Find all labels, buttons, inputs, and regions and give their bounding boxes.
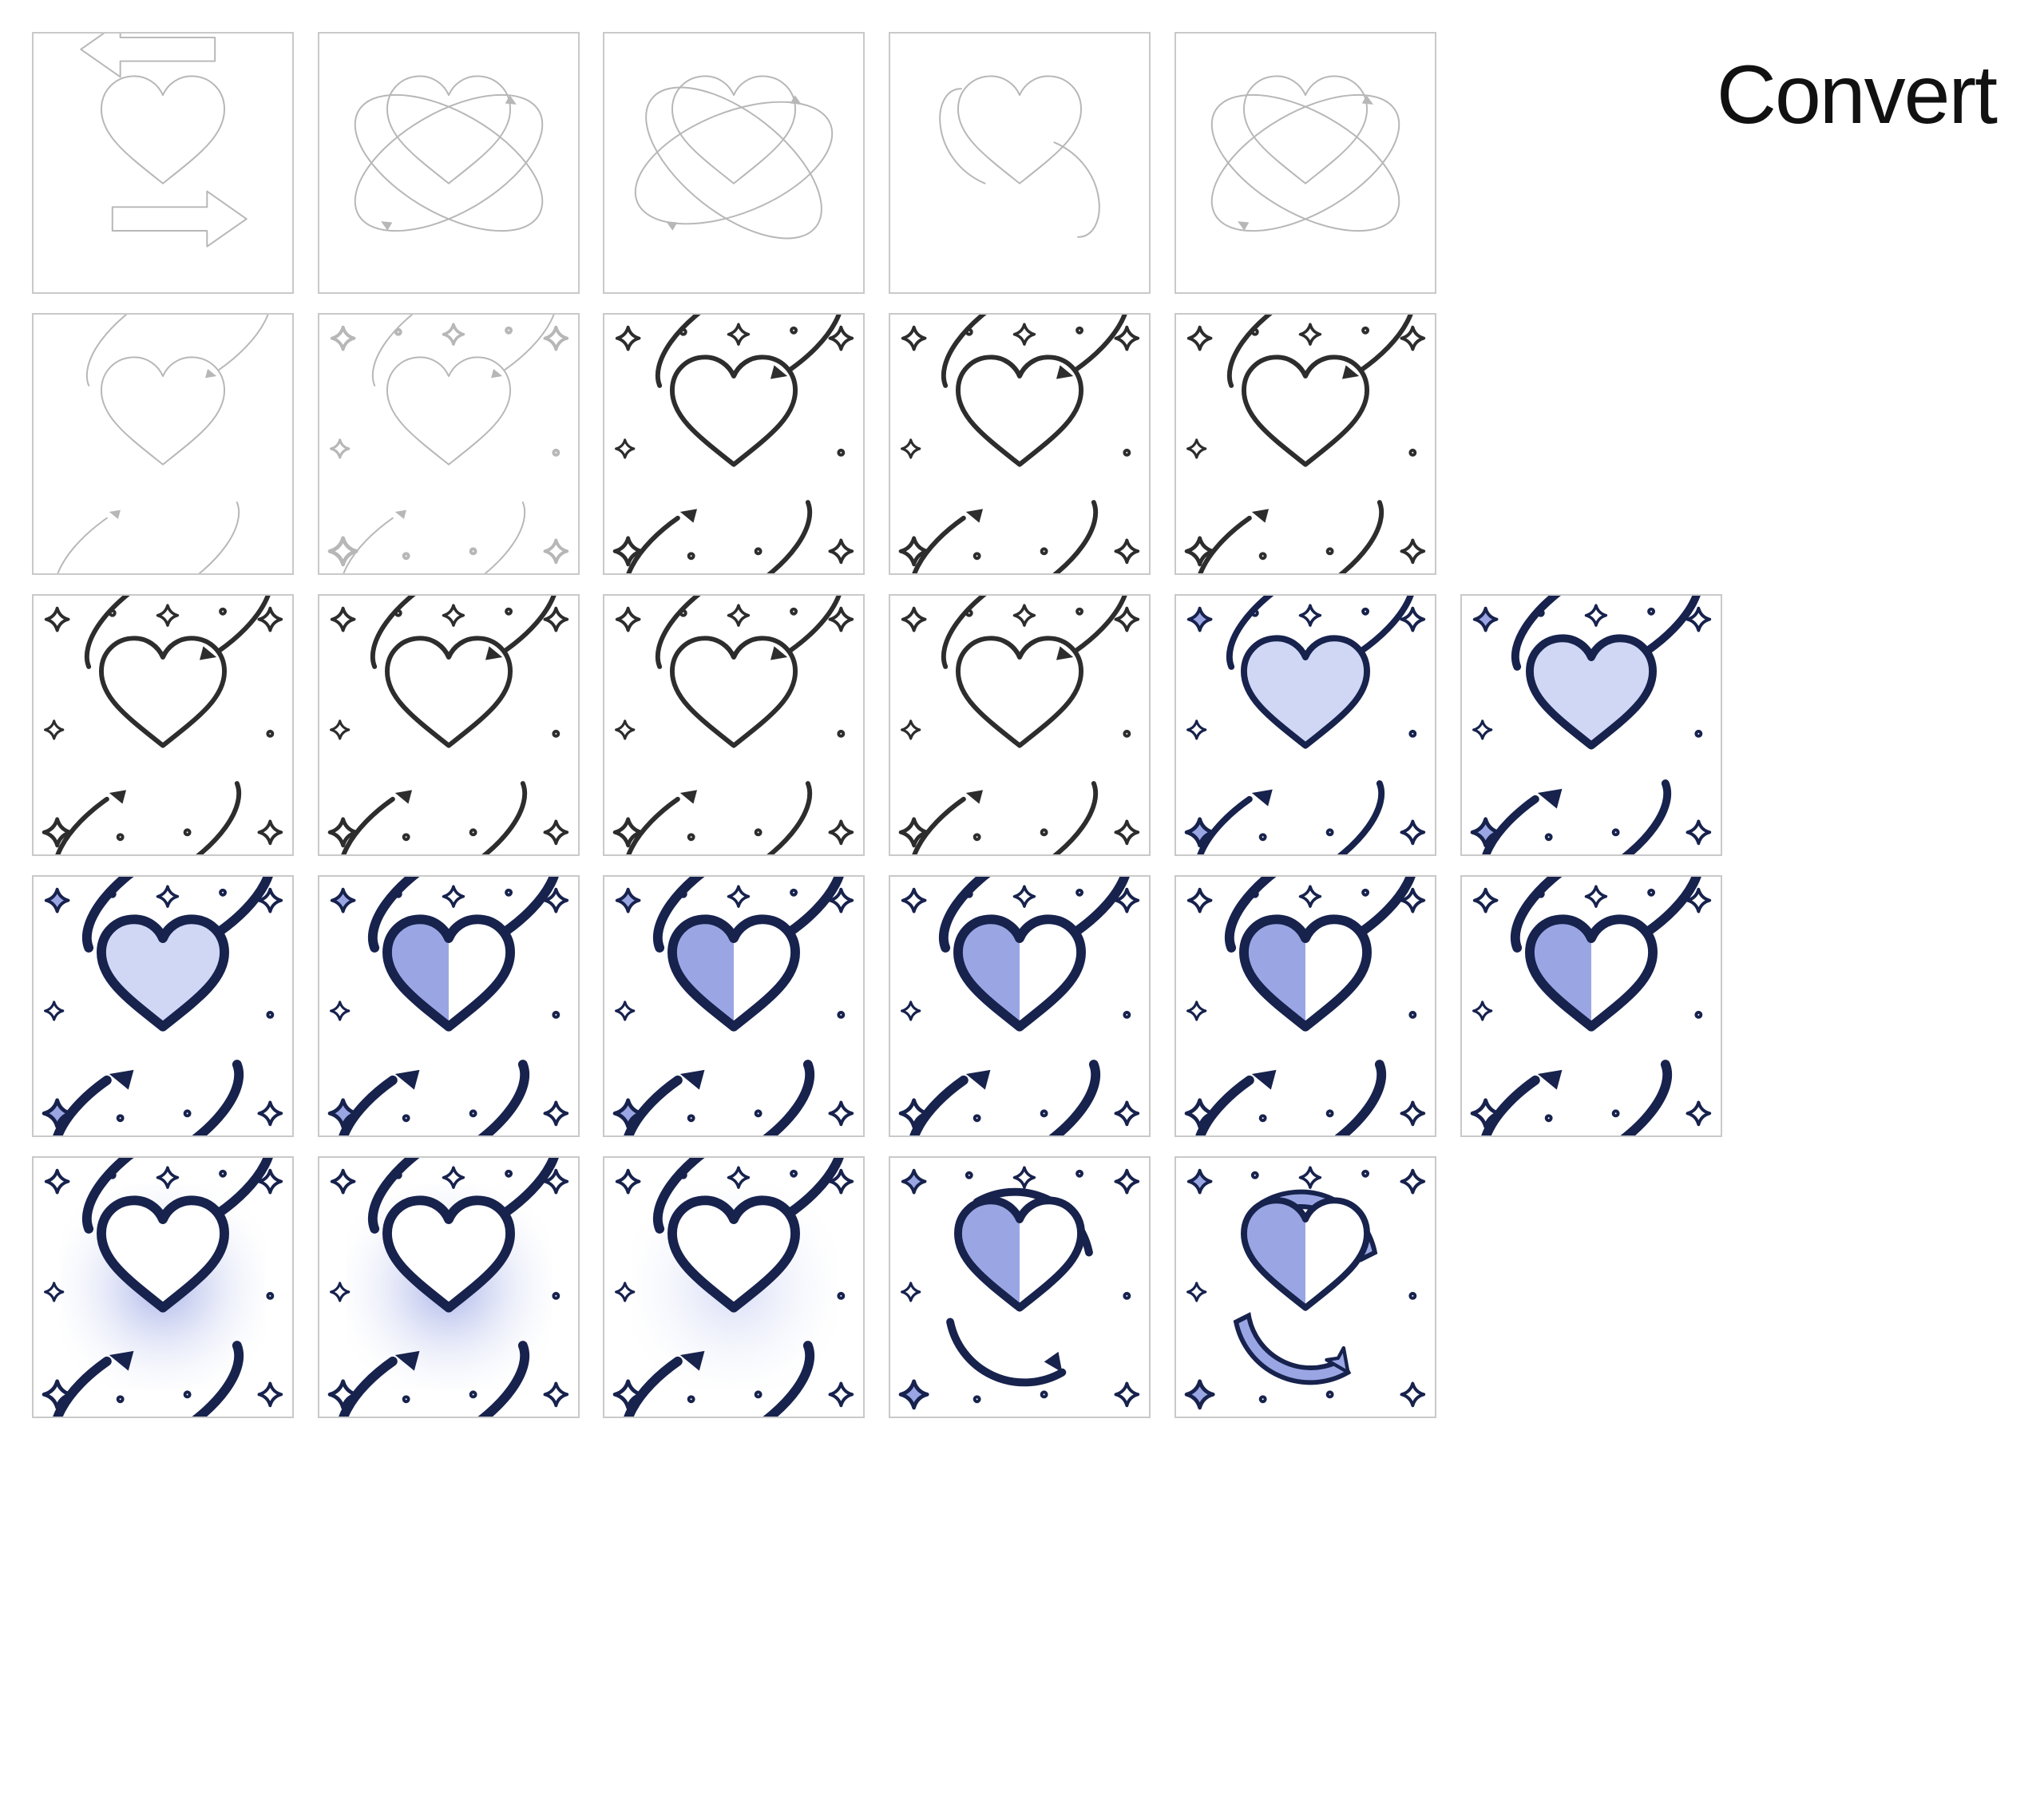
empty-cell (1460, 32, 1722, 294)
tile-r2c5 (1460, 594, 1722, 856)
tile-r0c1 (318, 32, 580, 294)
tile-r3c4 (1175, 875, 1436, 1137)
tile-r2c4 (1175, 594, 1436, 856)
tile-r0c4 (1175, 32, 1436, 294)
tile-r1c0 (32, 313, 294, 575)
empty-cell (1460, 313, 1722, 575)
tile-r0c2 (603, 32, 865, 294)
tile-r1c2 (603, 313, 865, 575)
tile-r3c5 (1460, 875, 1722, 1137)
empty-cell (1745, 313, 2007, 575)
empty-cell (1745, 594, 2007, 856)
empty-cell (1745, 1156, 2007, 1418)
tile-r0c3 (889, 32, 1151, 294)
empty-cell (1745, 875, 2007, 1137)
tile-r1c3 (889, 313, 1151, 575)
tile-r3c0 (32, 875, 294, 1137)
tile-r0c0 (32, 32, 294, 294)
tile-r2c0 (32, 594, 294, 856)
tile-r1c1 (318, 313, 580, 575)
tile-r3c2 (603, 875, 865, 1137)
tile-r1c4 (1175, 313, 1436, 575)
tile-r3c3 (889, 875, 1151, 1137)
icon-iteration-board: Convert (32, 32, 2012, 1787)
tile-r4c2 (603, 1156, 865, 1418)
tile-r3c1 (318, 875, 580, 1137)
tile-r4c4 (1175, 1156, 1436, 1418)
tile-r2c3 (889, 594, 1151, 856)
tile-r4c0 (32, 1156, 294, 1418)
empty-cell (1460, 1156, 1722, 1418)
tile-r4c3 (889, 1156, 1151, 1418)
tile-r2c1 (318, 594, 580, 856)
tile-r2c2 (603, 594, 865, 856)
tile-grid (32, 32, 2012, 1418)
tile-r4c1 (318, 1156, 580, 1418)
empty-cell (1745, 32, 2007, 294)
